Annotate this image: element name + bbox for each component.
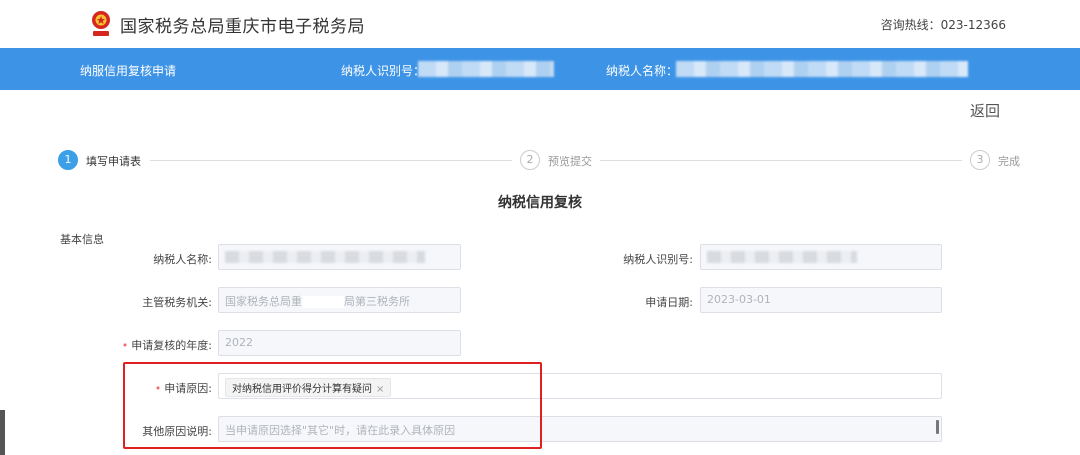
back-link[interactable]: 返回 [970,100,1000,121]
reason-tag: 对纳税信用评价得分计算有疑问 × [225,378,392,397]
required-marker: • [121,339,129,352]
step-2-circle: 2 [520,150,540,170]
reason-field-label: • 申请原因: [154,382,212,395]
reason-select[interactable]: 对纳税信用评价得分计算有疑问 × [218,373,942,399]
step-connector [600,160,962,161]
taxpayer-id-field [700,244,942,270]
hotline-text: 咨询热线：023-12366 [880,18,1006,32]
page-name: 纳服信用复核申请 [80,64,177,78]
info-bar: 纳服信用复核申请 纳税人识别号： 纳税人名称： [0,48,1080,90]
site-title: 国家税务总局重庆市电子税务局 [120,17,365,37]
tax-authority-field-label: 主管税务机关: [142,296,212,309]
taxpayer-name-label: 纳税人名称： [606,64,679,78]
other-reason-field-label: 其他原因说明: [142,425,212,438]
tag-close-icon[interactable]: × [376,384,384,395]
resize-handle-icon[interactable] [936,420,939,434]
taxpayer-id-field-label: 纳税人识别号: [623,253,693,266]
taxpayer-name-field-label: 纳税人名称: [153,253,212,266]
section-title: 基本信息 [60,233,104,246]
other-reason-textarea[interactable]: 当申请原因选择"其它"时，请在此录入具体原因 [218,416,942,442]
window-edge [0,410,5,455]
taxpayer-id-label: 纳税人识别号： [341,64,426,78]
progress-steps: 1 填写申请表 2 预览提交 3 完成 [0,150,1080,174]
apply-date-field: 2023-03-01 [700,287,942,313]
step-3-circle: 3 [970,150,990,170]
step-2-label: 预览提交 [548,155,592,168]
tax-authority-value-start: 国家税务总局重 [225,295,302,308]
tax-authority-value-end: 局第三税务所 [344,295,410,308]
required-marker: • [154,382,162,395]
redacted-taxpayer-id [418,61,554,77]
tax-authority-field: 国家税务总局重 局第三税务所 [218,287,461,313]
step-connector [150,160,512,161]
step-1-label: 填写申请表 [86,155,141,168]
step-1-circle: 1 [58,150,78,170]
redacted-taxpayer-name [676,61,968,77]
review-year-field: 2022 [218,330,461,356]
taxpayer-name-field [218,244,461,270]
tax-emblem-icon [92,11,110,36]
review-year-field-label: • 申请复核的年度: [121,339,212,352]
form-title: 纳税信用复核 [498,195,582,211]
site-header: 国家税务总局重庆市电子税务局 咨询热线：023-12366 [0,0,1080,48]
other-reason-placeholder: 当申请原因选择"其它"时，请在此录入具体原因 [225,424,456,437]
apply-date-field-label: 申请日期: [645,296,693,309]
step-3-label: 完成 [998,155,1020,168]
